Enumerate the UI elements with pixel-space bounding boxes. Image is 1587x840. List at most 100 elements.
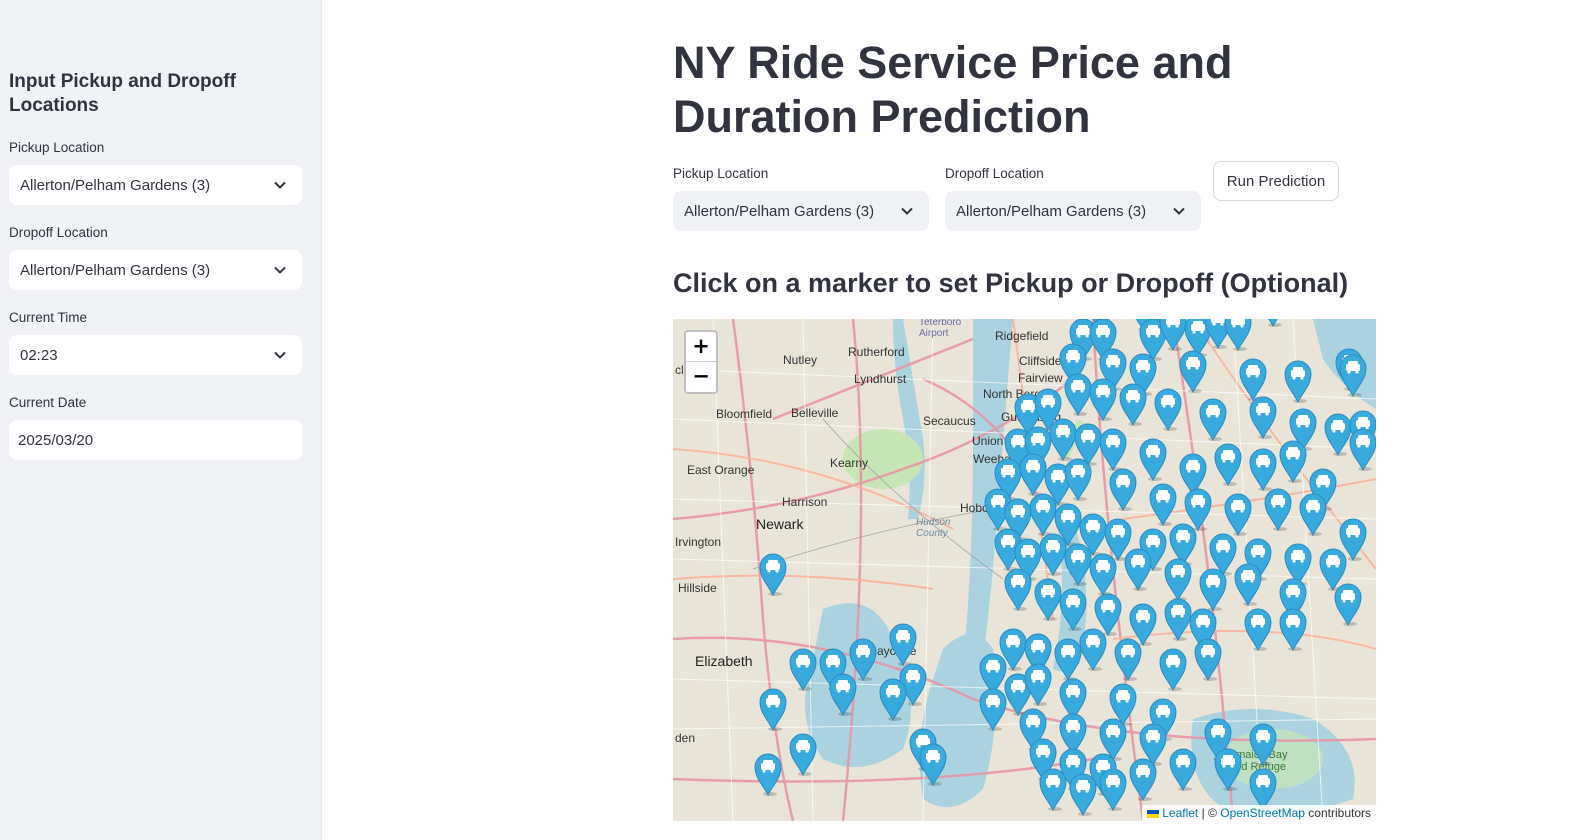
taxi-icon[interactable] xyxy=(1214,747,1242,792)
sidebar-date-input[interactable]: 2025/03/20 xyxy=(9,420,302,460)
zoom-out-button[interactable]: − xyxy=(686,362,716,392)
taxi-icon[interactable] xyxy=(1164,597,1192,642)
taxi-icon[interactable] xyxy=(1154,387,1182,432)
sidebar-time-label: Current Time xyxy=(9,310,88,325)
taxi-icon[interactable] xyxy=(1334,582,1362,627)
taxi-icon[interactable] xyxy=(1119,382,1147,427)
sidebar-dropoff-select[interactable]: Allerton/Pelham Gardens (3) xyxy=(9,250,302,290)
place-label: Belleville xyxy=(791,406,839,420)
taxi-icon[interactable] xyxy=(1019,452,1047,497)
taxi-icon[interactable] xyxy=(1089,377,1117,422)
taxi-icon[interactable] xyxy=(1054,637,1082,682)
taxi-icon[interactable] xyxy=(1064,542,1092,587)
place-label: Kearny xyxy=(830,456,869,470)
taxi-icon[interactable] xyxy=(1349,427,1376,472)
taxi-icon[interactable] xyxy=(789,647,817,692)
taxi-icon[interactable] xyxy=(1299,492,1327,537)
page-title: NY Ride Service Price and Duration Predi… xyxy=(673,37,1233,142)
taxi-icon[interactable] xyxy=(1284,359,1312,404)
taxi-icon[interactable] xyxy=(1129,757,1157,802)
taxi-icon[interactable] xyxy=(1324,412,1352,457)
taxi-icon[interactable] xyxy=(1249,722,1277,767)
place-label: Irvington xyxy=(675,535,722,549)
main-dropoff-select[interactable]: Allerton/Pelham Gardens (3) xyxy=(945,191,1201,231)
main-dropoff-label: Dropoff Location xyxy=(945,166,1044,181)
sidebar-dropoff-value: Allerton/Pelham Gardens (3) xyxy=(20,261,211,279)
taxi-icon[interactable] xyxy=(1089,552,1117,597)
main-pickup-select[interactable]: Allerton/Pelham Gardens (3) xyxy=(673,191,929,231)
taxi-icon[interactable] xyxy=(1109,467,1137,512)
taxi-icon[interactable] xyxy=(1059,587,1087,632)
chevron-down-icon xyxy=(274,181,286,189)
taxi-icon[interactable] xyxy=(1164,557,1192,602)
taxi-icon[interactable] xyxy=(1259,319,1287,328)
taxi-icon[interactable] xyxy=(1159,319,1187,352)
taxi-icon[interactable] xyxy=(1224,319,1252,352)
taxi-icon[interactable] xyxy=(1079,627,1107,672)
taxi-icon[interactable] xyxy=(1099,767,1127,812)
place-label: Harrison xyxy=(782,495,828,509)
taxi-icon[interactable] xyxy=(1244,607,1272,652)
map[interactable]: Nutley Rutherford Ridgefield Cliffside P… xyxy=(673,319,1376,821)
taxi-icon[interactable] xyxy=(1114,637,1142,682)
taxi-icon[interactable] xyxy=(789,732,817,777)
taxi-icon[interactable] xyxy=(1004,567,1032,612)
taxi-icon[interactable] xyxy=(1279,439,1307,484)
taxi-icon[interactable] xyxy=(1039,532,1067,577)
osm-link[interactable]: OpenStreetMap xyxy=(1220,806,1305,820)
taxi-icon[interactable] xyxy=(829,672,857,717)
taxi-icon[interactable] xyxy=(1279,607,1307,652)
taxi-icon[interactable] xyxy=(1124,547,1152,592)
attribution-suffix: contributors xyxy=(1308,806,1371,820)
taxi-icon[interactable] xyxy=(1194,637,1222,682)
sidebar-header: Input Pickup and Dropoff Locations xyxy=(9,71,236,116)
taxi-icon[interactable] xyxy=(759,552,787,597)
taxi-icon[interactable] xyxy=(1139,437,1167,482)
taxi-icon[interactable] xyxy=(1249,395,1277,440)
taxi-icon[interactable] xyxy=(1224,492,1252,537)
leaflet-link[interactable]: Leaflet xyxy=(1162,806,1198,820)
taxi-icon[interactable] xyxy=(1064,457,1092,502)
sidebar-date-label: Current Date xyxy=(9,395,87,410)
taxi-icon[interactable] xyxy=(1179,349,1207,394)
taxi-icon[interactable] xyxy=(1169,747,1197,792)
taxi-icon[interactable] xyxy=(1064,372,1092,417)
sidebar-pickup-label: Pickup Location xyxy=(9,140,105,155)
taxi-icon[interactable] xyxy=(1099,427,1127,472)
sidebar-pickup-select[interactable]: Allerton/Pelham Gardens (3) xyxy=(9,165,302,205)
chevron-down-icon xyxy=(1173,207,1185,215)
taxi-icon[interactable] xyxy=(1034,577,1062,622)
taxi-icon[interactable] xyxy=(889,622,917,667)
chevron-down-icon xyxy=(274,351,286,359)
taxi-icon[interactable] xyxy=(1199,567,1227,612)
sidebar-time-select[interactable]: 02:23 xyxy=(9,335,302,375)
taxi-icon[interactable] xyxy=(1234,562,1262,607)
taxi-icon[interactable] xyxy=(1249,447,1277,492)
taxi-icon[interactable] xyxy=(1069,772,1097,817)
taxi-icon[interactable] xyxy=(754,752,782,797)
zoom-control: + − xyxy=(684,330,718,394)
taxi-icon[interactable] xyxy=(1199,397,1227,442)
taxi-icon[interactable] xyxy=(879,677,907,722)
taxi-icon[interactable] xyxy=(1029,492,1057,537)
sidebar-dropoff-label: Dropoff Location xyxy=(9,225,108,240)
taxi-icon[interactable] xyxy=(1039,767,1067,812)
taxi-icon[interactable] xyxy=(1214,442,1242,487)
taxi-icon[interactable] xyxy=(1264,487,1292,532)
place-label: Bloomfield xyxy=(716,407,773,421)
place-label: den xyxy=(675,731,696,745)
chevron-down-icon xyxy=(901,207,913,215)
taxi-icon[interactable] xyxy=(1024,662,1052,707)
place-label: Fairview xyxy=(1018,371,1063,385)
zoom-in-button[interactable]: + xyxy=(686,332,716,362)
taxi-icon[interactable] xyxy=(1149,482,1177,527)
taxi-icon[interactable] xyxy=(1049,417,1077,462)
taxi-icon[interactable] xyxy=(1339,353,1367,398)
sidebar: Input Pickup and Dropoff Locations Picku… xyxy=(0,0,322,840)
taxi-icon[interactable] xyxy=(979,687,1007,732)
taxi-icon[interactable] xyxy=(1159,647,1187,692)
run-prediction-button[interactable]: Run Prediction xyxy=(1213,161,1339,201)
main-pickup-label: Pickup Location xyxy=(673,166,769,181)
taxi-icon[interactable] xyxy=(919,742,947,787)
taxi-icon[interactable] xyxy=(759,687,787,732)
